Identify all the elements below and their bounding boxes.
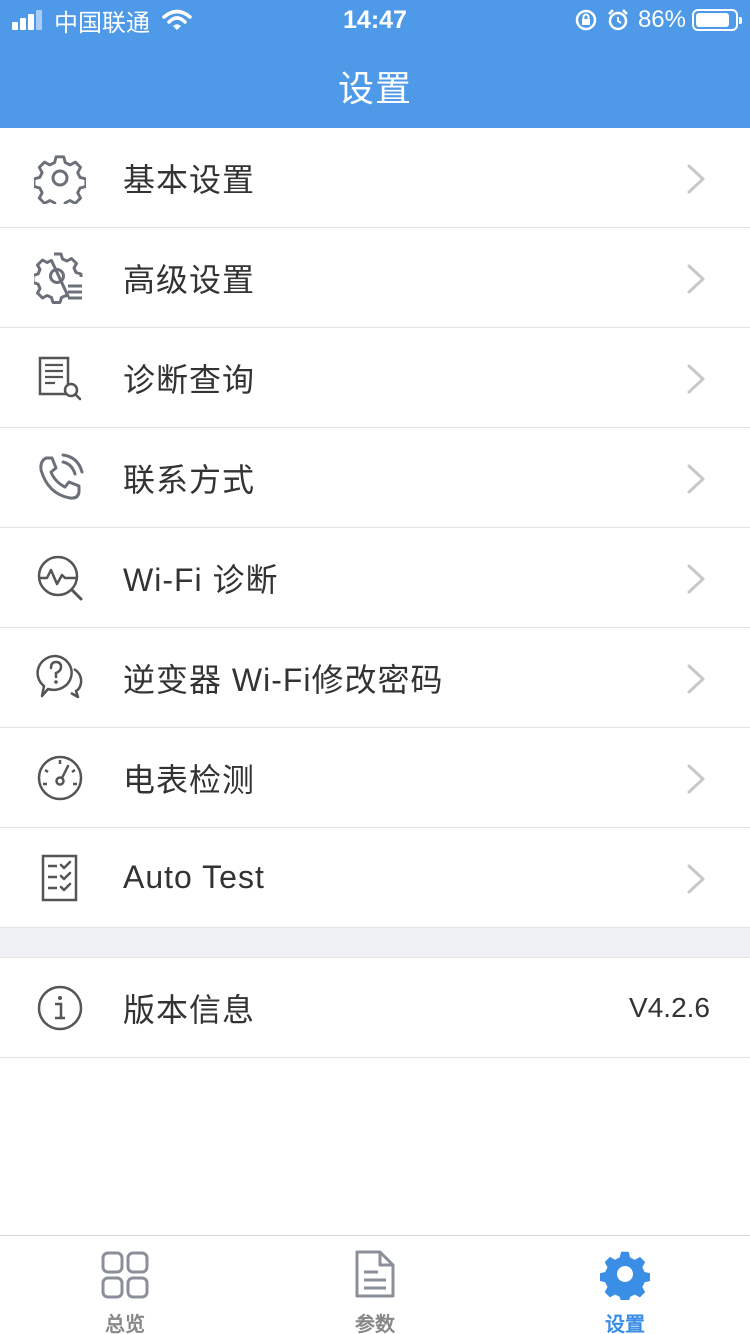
chevron-right-icon: [687, 864, 705, 894]
chevron-right-icon: [687, 764, 705, 794]
alarm-icon: [608, 9, 628, 31]
menu-item-label: 高级设置: [123, 261, 256, 298]
menu-item-auto-test[interactable]: Auto Test: [0, 828, 750, 928]
bottom-tab-bar: 总览 参数 设置: [0, 1235, 750, 1334]
question-chat-icon: [36, 654, 83, 699]
menu-item-label: Auto Test: [123, 859, 265, 895]
phone-icon: [39, 453, 84, 500]
chevron-right-icon: [687, 664, 705, 694]
chevron-right-icon: [687, 264, 705, 294]
status-bar: 中国联通 14:47 86%: [0, 0, 750, 40]
menu-item-label: 基本设置: [123, 161, 256, 198]
version-value: V4.2.6: [629, 991, 710, 1023]
version-label: 版本信息: [123, 991, 256, 1028]
menu-item-label: 逆变器 Wi-Fi修改密码: [123, 661, 444, 698]
menu-item-label: Wi-Fi 诊断: [123, 561, 279, 598]
tab-overview[interactable]: 总览: [0, 1236, 250, 1334]
version-info-row[interactable]: 版本信息 V4.2.6: [0, 958, 750, 1058]
gear-icon: [34, 155, 86, 204]
tab-label: 设置: [605, 1314, 645, 1334]
section-divider: [0, 928, 750, 958]
tab-label: 参数: [355, 1314, 395, 1334]
menu-item-contact[interactable]: 联系方式: [0, 428, 750, 528]
document-icon: [355, 1250, 395, 1298]
tab-settings[interactable]: 设置: [500, 1236, 750, 1334]
settings-gear-icon: [600, 1251, 650, 1300]
menu-item-inverter-wifi-password[interactable]: 逆变器 Wi-Fi修改密码: [0, 628, 750, 728]
gear-list-icon: [34, 252, 83, 304]
menu-item-basic-settings[interactable]: 基本设置: [0, 128, 750, 228]
rotation-lock-icon: [575, 9, 597, 31]
menu-item-label: 联系方式: [123, 461, 256, 498]
menu-item-wifi-diagnosis[interactable]: Wi-Fi 诊断: [0, 528, 750, 628]
pulse-search-icon: [37, 555, 83, 601]
battery-icon: [692, 9, 742, 31]
tab-label: 总览: [105, 1314, 145, 1334]
chevron-right-icon: [687, 564, 705, 594]
info-icon: [37, 985, 83, 1031]
menu-item-diagnosis-query[interactable]: 诊断查询: [0, 328, 750, 428]
meter-gauge-icon: [37, 755, 83, 801]
battery-percent: 86%: [637, 6, 686, 33]
grid-icon: [101, 1251, 149, 1299]
menu-item-meter-check[interactable]: 电表检测: [0, 728, 750, 828]
app-header: 中国联通 14:47 86% 设置: [0, 0, 750, 128]
checklist-icon: [41, 854, 78, 902]
menu-item-label: 电表检测: [123, 761, 256, 798]
document-search-icon: [38, 356, 82, 401]
chevron-right-icon: [687, 464, 705, 494]
menu-item-label: 诊断查询: [123, 361, 256, 398]
status-right: 86%: [574, 6, 742, 34]
menu-item-advanced-settings[interactable]: 高级设置: [0, 228, 750, 328]
page-title: 设置: [337, 68, 412, 109]
chevron-right-icon: [687, 364, 705, 394]
chevron-right-icon: [687, 164, 705, 194]
tab-parameters[interactable]: 参数: [250, 1236, 500, 1334]
settings-list: 基本设置 高级设置 诊断查询 联系方式 Wi-Fi 诊断 逆变器 Wi-Fi修改…: [0, 128, 750, 1058]
